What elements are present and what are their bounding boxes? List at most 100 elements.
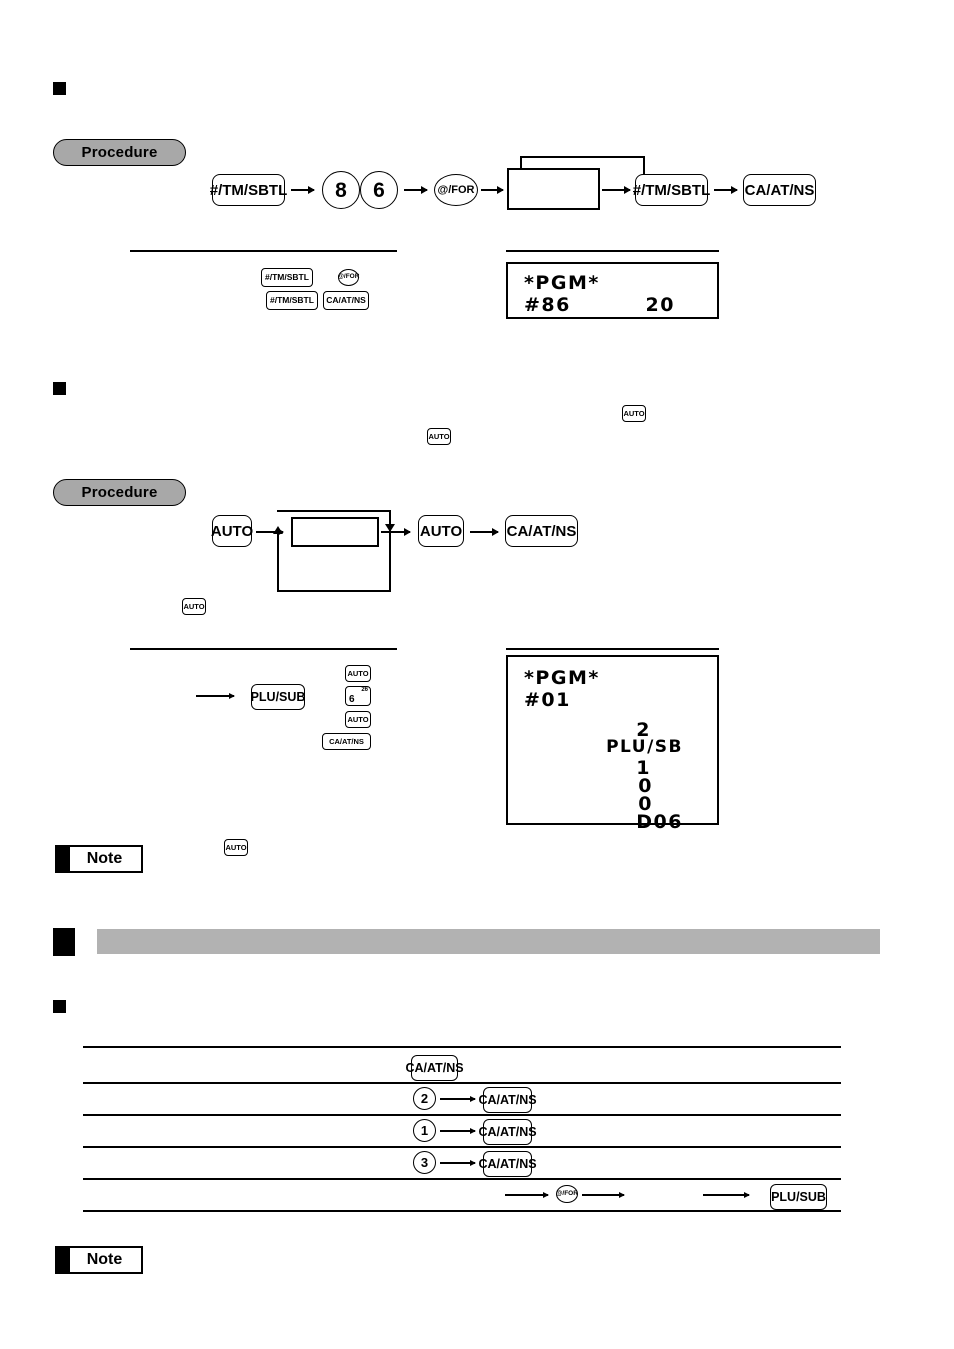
auto-key-step3-label: AUTO <box>347 714 369 724</box>
ca-at-ns-key-small[interactable]: CA/AT/NS <box>323 291 369 310</box>
tm-sbtl-key-2-label: #/TM/SBTL <box>632 181 711 199</box>
table-row-2-digit-2-key[interactable]: 2 <box>413 1087 436 1110</box>
auto-key-inline-left[interactable]: AUTO <box>427 428 451 445</box>
loop-line-left <box>520 156 522 170</box>
pgm-display-2-value-6: D06 <box>636 811 683 833</box>
note-badge-2: Note <box>55 1246 143 1274</box>
table-row-5-at-for-key[interactable]: @/FOR <box>556 1185 578 1203</box>
digit-6-key-label: 6 <box>373 178 385 202</box>
tm-sbtl-key-2[interactable]: #/TM/SBTL <box>632 174 711 206</box>
note-badge-square <box>57 1248 70 1272</box>
at-for-key-small-label: @/FOR <box>337 273 360 281</box>
auto-key-below-procedure[interactable]: AUTO <box>182 598 206 615</box>
tm-sbtl-key-label: #/TM/SBTL <box>209 181 288 199</box>
plu-sub-key[interactable]: PLU/SUB <box>251 684 305 710</box>
pgm-display-1-value: 20 <box>645 294 675 316</box>
tm-sbtl-key[interactable]: #/TM/SBTL <box>209 174 288 206</box>
numeric-key-6-superscript: 26 <box>361 687 368 693</box>
auto-key-note-label: AUTO <box>225 842 247 852</box>
digit-6-key[interactable]: 6 <box>360 171 398 209</box>
ca-at-ns-key-small-label: CA/AT/NS <box>326 295 366 306</box>
table-row-5-at-for-label: @/FOR <box>556 1189 578 1197</box>
auto-key-note[interactable]: AUTO <box>224 839 248 856</box>
numeric-key-6[interactable]: 26 6 <box>345 686 371 706</box>
auto-key-inline-right-label: AUTO <box>623 408 645 418</box>
section1-bullet <box>53 82 66 95</box>
loop-line-right-2 <box>389 510 391 590</box>
note-badge-label: Note <box>86 1251 123 1268</box>
pgm-display-2-value-2: PLU/SB <box>606 737 683 757</box>
example-rule-left <box>130 250 397 252</box>
entry-box[interactable] <box>291 517 379 547</box>
tm-sbtl-key-small-2[interactable]: #/TM/SBTL <box>266 291 318 310</box>
auto-key-start[interactable]: AUTO <box>210 515 254 547</box>
ca-at-ns-key[interactable]: CA/AT/NS <box>743 174 816 206</box>
table-row-2-digit-2-label: 2 <box>420 1091 429 1106</box>
table-row-5-plu-sub-label: PLU/SUB <box>771 1189 826 1204</box>
arrow-right <box>714 189 737 191</box>
loop-line-top-2 <box>277 510 391 512</box>
loop-arrow-up <box>273 526 283 534</box>
at-for-key-label: @/FOR <box>437 183 475 196</box>
pgm-display-1-title: *PGM* <box>524 272 600 294</box>
numeric-key-6-label: 6 <box>349 694 355 705</box>
auto-key-step3[interactable]: AUTO <box>345 711 371 728</box>
arrow-right <box>582 1194 624 1196</box>
table-row-3-ca-at-ns-key[interactable]: CA/AT/NS <box>478 1119 537 1145</box>
at-for-key-small[interactable]: @/FOR <box>338 269 359 286</box>
procedure-label-1: Procedure <box>53 139 186 166</box>
digit-8-key[interactable]: 8 <box>322 171 360 209</box>
tm-sbtl-key-small-label: #/TM/SBTL <box>265 272 309 283</box>
arrow-right <box>196 695 234 697</box>
procedure-label-text: Procedure <box>81 144 158 161</box>
table-row-1-ca-at-ns-label: CA/AT/NS <box>405 1060 464 1075</box>
tm-sbtl-key-small-2-label: #/TM/SBTL <box>270 295 314 306</box>
table-row-4-digit-3-label: 3 <box>420 1155 429 1170</box>
table-row-4-ca-at-ns-key[interactable]: CA/AT/NS <box>478 1151 537 1177</box>
pgm-display-2-title: *PGM* <box>524 667 600 689</box>
note-badge-1: Note <box>55 845 143 873</box>
at-for-key[interactable]: @/FOR <box>434 174 478 206</box>
ca-at-ns-key[interactable]: CA/AT/NS <box>505 515 578 547</box>
ca-at-ns-key-label: CA/AT/NS <box>506 522 577 540</box>
table-row-4-digit-3-key[interactable]: 3 <box>413 1151 436 1174</box>
entry-box[interactable] <box>507 168 600 210</box>
auto-key-start-label: AUTO <box>210 522 254 540</box>
table-row-1-ca-at-ns-key[interactable]: CA/AT/NS <box>405 1055 464 1081</box>
example-rule-left-2 <box>130 648 397 650</box>
table-row-3-digit-1-key[interactable]: 1 <box>413 1119 436 1142</box>
pgm-display-1-code: #86 <box>524 294 571 316</box>
table-rule <box>83 1178 841 1180</box>
arrow-right <box>440 1098 475 1100</box>
arrow-right <box>703 1194 749 1196</box>
arrow-right <box>440 1130 475 1132</box>
loop-line-top <box>520 156 645 158</box>
example-rule-right-2 <box>506 648 719 650</box>
example-rule-right <box>506 250 719 252</box>
procedure-label-text: Procedure <box>81 484 158 501</box>
section2-bullet <box>53 382 66 395</box>
table-row-5-plu-sub-key[interactable]: PLU/SUB <box>770 1184 827 1210</box>
table-rule <box>83 1082 841 1084</box>
auto-key-end[interactable]: AUTO <box>418 515 464 547</box>
ca-at-ns-key-step4[interactable]: CA/AT/NS <box>322 733 371 750</box>
note-badge-label: Note <box>86 850 123 867</box>
procedure-label-2: Procedure <box>53 479 186 506</box>
auto-key-step1[interactable]: AUTO <box>345 665 371 682</box>
table-rule <box>83 1146 841 1148</box>
section3-bullet <box>53 1000 66 1013</box>
loop-line-left-2 <box>277 532 279 590</box>
pgm-display-1: *PGM* #86 20 <box>506 262 719 319</box>
arrow-right <box>291 189 314 191</box>
table-row-2-ca-at-ns-key[interactable]: CA/AT/NS <box>478 1087 537 1113</box>
section-header-square <box>53 928 75 956</box>
auto-key-inline-right[interactable]: AUTO <box>622 405 646 422</box>
table-rule <box>83 1114 841 1116</box>
section-header-bar <box>97 929 880 954</box>
auto-key-step1-label: AUTO <box>347 668 369 678</box>
loop-line-bottom <box>277 590 391 592</box>
arrow-right <box>404 189 427 191</box>
auto-key-inline-left-label: AUTO <box>428 431 450 441</box>
pgm-display-2: *PGM* #01 2 PLU/SB 1 0 0 D06 <box>506 655 719 833</box>
tm-sbtl-key-small[interactable]: #/TM/SBTL <box>261 268 313 287</box>
